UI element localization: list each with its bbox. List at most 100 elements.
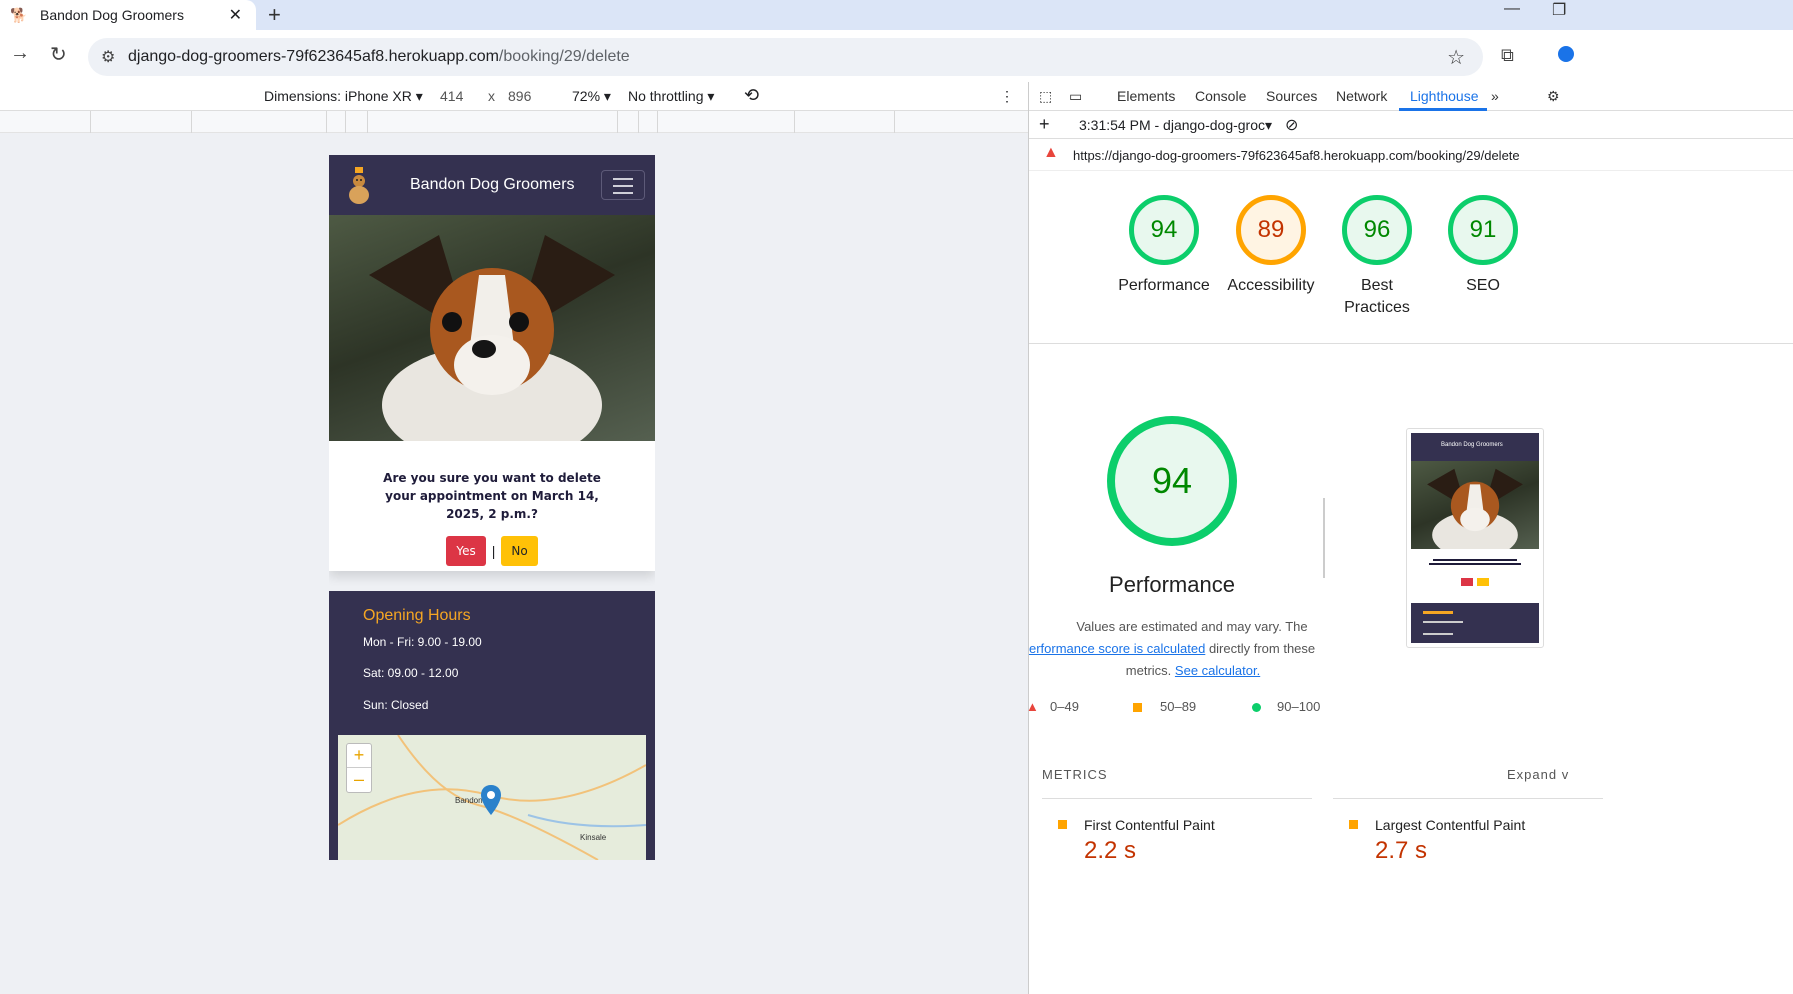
url-host: django-dog-groomers-79f623645af8.herokua… (128, 48, 499, 65)
device-label: Dimensions: iPhone XR (264, 88, 412, 104)
metric-lcp: Largest Contentful Paint 2.7 s (1333, 798, 1603, 864)
tab-lighthouse[interactable]: Lighthouse (1410, 88, 1479, 104)
new-tab-icon[interactable]: + (268, 2, 281, 28)
map-label-kinsale: Kinsale (580, 833, 607, 842)
lighthouse-toolbar: + 3:31:54 PM - django-dog-groc▾ ⊘ (1029, 111, 1793, 139)
report-url[interactable]: https://django-dog-groomers-79f623645af8… (1073, 148, 1520, 163)
reload-icon[interactable]: ↻ (50, 42, 67, 67)
metric-fcp-name: First Contentful Paint (1084, 817, 1215, 833)
score-best-practices: 96 (1342, 195, 1412, 265)
browser-navbar: → ↻ ⚙ django-dog-groomers-79f623645af8.h… (0, 30, 1793, 82)
performance-title: Performance (1109, 572, 1235, 597)
perf-desc-line3: metrics. (1125, 663, 1172, 678)
restore-icon[interactable]: ❐ (1552, 0, 1566, 20)
zoom-label: 72% (572, 88, 601, 104)
performance-big-gauge: 94 (1107, 416, 1237, 546)
profile-avatar[interactable] (1558, 46, 1574, 62)
hours-saturday: Sat: 09.00 - 12.00 (363, 666, 459, 680)
thumb-navbar: Bandon Dog Groomers (1411, 433, 1539, 461)
thumb-brand: Bandon Dog Groomers (1441, 442, 1503, 448)
gauge-accessibility[interactable]: 89 Accessibility (1216, 195, 1326, 297)
tab-network[interactable]: Network (1336, 88, 1387, 104)
perf-desc-line1: Values are estimated and may vary. The (1076, 619, 1308, 634)
hours-sunday: Sun: Closed (363, 698, 429, 712)
dog-logo-icon[interactable] (345, 165, 373, 205)
media-query-ruler[interactable] (0, 111, 1028, 133)
map-zoom-control: + – (346, 743, 372, 793)
times-sign: x (488, 88, 495, 104)
final-screenshot-thumbnail[interactable]: Bandon Dog Groomers (1406, 428, 1544, 648)
gauge-best-practices[interactable]: 96 Best Practices (1322, 195, 1432, 319)
legend-average: 50–89 (1160, 699, 1197, 714)
thumb-hero (1411, 461, 1539, 549)
metrics-heading: METRICS (1042, 767, 1108, 782)
lighthouse-logo-icon: ▲ (1043, 144, 1059, 161)
throttling-label: No throttling (628, 88, 704, 104)
width-field[interactable]: 414 (440, 88, 463, 104)
button-separator: | (491, 543, 496, 559)
label-accessibility: Accessibility (1227, 277, 1315, 294)
score-performance: 94 (1129, 195, 1199, 265)
no-cancel-button[interactable]: No (501, 536, 538, 566)
category-scores: 94 Performance 89 Accessibility 96 Best … (1029, 171, 1793, 344)
metric-lcp-value: 2.7 s (1375, 837, 1428, 864)
close-tab-icon[interactable]: ✕ (229, 5, 242, 25)
report-url-bar: ▲ https://django-dog-groomers-79f623645a… (1029, 139, 1793, 171)
metric-fcp-status-icon (1058, 820, 1067, 829)
rotate-icon[interactable]: ⟲ (744, 85, 759, 106)
tab-elements[interactable]: Elements (1117, 88, 1175, 104)
metric-lcp-name: Largest Contentful Paint (1375, 817, 1526, 833)
metric-lcp-status-icon (1349, 820, 1358, 829)
site-info-icon[interactable]: ⚙ (101, 47, 115, 67)
more-options-icon[interactable]: ⋮ (1000, 88, 1014, 105)
clear-reports-icon[interactable]: ⊘ (1285, 115, 1298, 135)
metric-fcp: First Contentful Paint 2.2 s (1042, 798, 1312, 864)
gauge-seo[interactable]: 91 SEO (1428, 195, 1538, 297)
devtools-tabbar: ⬚ ▭ Elements Console Sources Network Lig… (1029, 82, 1793, 111)
see-calculator-link[interactable]: See calculator. (1175, 663, 1260, 678)
menu-toggle-button[interactable] (601, 170, 645, 200)
device-toggle-icon[interactable]: ▭ (1069, 88, 1082, 105)
papillon-dog-illustration (369, 235, 615, 441)
more-tabs-icon[interactable]: » (1491, 88, 1499, 104)
label-performance: Performance (1118, 277, 1210, 294)
zoom-select[interactable]: 72% ▾ (572, 88, 611, 105)
address-bar[interactable]: ⚙ django-dog-groomers-79f623645af8.herok… (88, 38, 1483, 76)
minimize-icon[interactable]: — (1504, 0, 1520, 18)
extensions-icon[interactable]: ⧉ (1501, 45, 1514, 66)
zoom-in-button[interactable]: + (347, 744, 371, 768)
site-footer: Opening Hours Mon - Fri: 9.00 - 19.00 Sa… (329, 591, 655, 860)
expand-view-toggle[interactable]: Expand v (1507, 767, 1569, 782)
map-pin-icon[interactable] (481, 785, 501, 815)
thumb-card (1411, 549, 1539, 601)
forward-icon[interactable]: → (10, 42, 30, 65)
device-select[interactable]: Dimensions: iPhone XR ▾ (264, 88, 423, 105)
site-brand[interactable]: Bandon Dog Groomers (410, 176, 575, 194)
throttling-select[interactable]: No throttling ▾ (628, 88, 714, 105)
devtools-panel: ⬚ ▭ Elements Console Sources Network Lig… (1026, 82, 1793, 994)
score-seo: 91 (1448, 195, 1518, 265)
tab-sources[interactable]: Sources (1266, 88, 1317, 104)
perf-score-link[interactable]: erformance score is calculated (1029, 641, 1205, 656)
new-report-icon[interactable]: + (1039, 114, 1050, 135)
gauge-performance[interactable]: 94 Performance (1109, 195, 1219, 297)
location-map[interactable]: + – Bandon Kinsale (338, 735, 646, 860)
settings-gear-icon[interactable]: ⚙ (1547, 88, 1560, 105)
tab-console[interactable]: Console (1195, 88, 1246, 104)
legend-pass-icon (1252, 703, 1261, 712)
report-selector[interactable]: 3:31:54 PM - django-dog-groc▾ (1079, 117, 1272, 134)
inspect-element-icon[interactable]: ⬚ (1039, 88, 1052, 105)
bookmark-star-icon[interactable]: ☆ (1447, 45, 1465, 70)
dog-favicon-icon: 🐕 (10, 7, 28, 23)
browser-tab[interactable]: 🐕 Bandon Dog Groomers ✕ (0, 0, 256, 30)
divider (1323, 498, 1325, 578)
zoom-out-button[interactable]: – (347, 768, 371, 792)
confirm-buttons: Yes | No (329, 536, 655, 566)
perf-desc-line2: directly from these (1208, 641, 1316, 656)
height-field[interactable]: 896 (508, 88, 531, 104)
yes-delete-button[interactable]: Yes (446, 536, 486, 566)
hero-dog-image (329, 215, 655, 441)
report-selector-label: 3:31:54 PM - django-dog-groc (1079, 117, 1265, 133)
device-toolbar: Dimensions: iPhone XR ▾ 414 x 896 72% ▾ … (0, 82, 1028, 111)
performance-description: Values are estimated and may vary. The e… (1029, 616, 1329, 682)
